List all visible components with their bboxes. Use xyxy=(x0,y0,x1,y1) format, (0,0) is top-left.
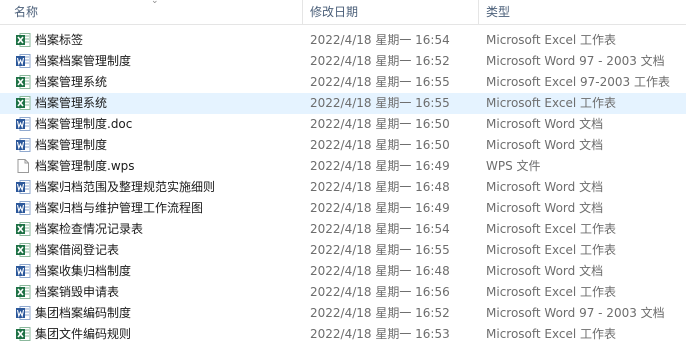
file-type: Microsoft Excel 97-2003 工作表 xyxy=(486,75,670,89)
file-type: Microsoft Excel 工作表 xyxy=(486,96,617,110)
file-row[interactable]: 档案管理系统 2022/4/18 星期一 16:55 Microsoft Excel… xyxy=(0,93,686,114)
file-row[interactable]: 档案检查情况记录表 2022/4/18 星期一 16:54 Microsoft Ex… xyxy=(0,219,686,240)
file-type: Microsoft Word 97 - 2003 文档 xyxy=(486,306,665,320)
file-type: WPS 文件 xyxy=(486,159,541,173)
file-row[interactable]: 集团文件编码规则 2022/4/18 星期一 16:53 Microsoft Exc… xyxy=(0,324,686,345)
column-header-name[interactable]: 名称 xyxy=(14,0,38,24)
file-row[interactable]: 档案收集归档制度 2022/4/18 星期一 16:48 Microsoft Wor… xyxy=(0,261,686,282)
column-header-type[interactable]: 类型 xyxy=(486,0,510,24)
file-name: 档案借阅登记表 xyxy=(35,243,120,257)
file-type: Microsoft Word 文档 xyxy=(486,117,604,131)
file-modified-date: 2022/4/18 星期一 16:52 xyxy=(310,54,450,68)
word-doc-icon xyxy=(15,200,31,216)
file-modified-date: 2022/4/18 星期一 16:48 xyxy=(310,264,450,278)
column-header-bar: ⌄ 名称 修改日期 类型 xyxy=(0,0,686,25)
word-doc-icon xyxy=(15,116,31,132)
file-modified-date: 2022/4/18 星期一 16:50 xyxy=(310,117,450,131)
file-type: Microsoft Excel 工作表 xyxy=(486,327,617,341)
file-modified-date: 2022/4/18 星期一 16:50 xyxy=(310,138,450,152)
file-row[interactable]: 档案管理制度.wps 2022/4/18 星期一 16:49 WPS 文件 xyxy=(0,156,686,177)
file-type: Microsoft Word 文档 xyxy=(486,180,604,194)
word-doc-icon xyxy=(15,305,31,321)
file-modified-date: 2022/4/18 星期一 16:54 xyxy=(310,33,450,47)
file-name: 档案检查情况记录表 xyxy=(35,222,144,236)
file-type: Microsoft Excel 工作表 xyxy=(486,33,617,47)
file-type: Microsoft Excel 工作表 xyxy=(486,222,617,236)
file-type: Microsoft Word 97 - 2003 文档 xyxy=(486,54,665,68)
file-name: 档案管理系统 xyxy=(35,75,108,89)
file-name: 档案管理制度.wps xyxy=(35,159,135,173)
file-name: 档案管理制度.doc xyxy=(35,117,133,131)
excel-icon xyxy=(15,221,31,237)
blank-file-icon xyxy=(15,158,31,174)
excel-icon xyxy=(15,95,31,111)
column-divider[interactable] xyxy=(478,0,479,24)
excel-icon xyxy=(15,74,31,90)
column-header-modified[interactable]: 修改日期 xyxy=(310,0,358,24)
excel-icon xyxy=(15,242,31,258)
word-doc-icon xyxy=(15,179,31,195)
sort-caret-icon: ⌄ xyxy=(151,0,159,6)
file-type: Microsoft Word 文档 xyxy=(486,138,604,152)
file-name: 档案标签 xyxy=(35,33,84,47)
file-row[interactable]: 档案管理制度 2022/4/18 星期一 16:50 Microsoft Word … xyxy=(0,135,686,156)
file-row[interactable]: 档案归档范围及整理规范实施细则 2022/4/18 星期一 16:48 Micros… xyxy=(0,177,686,198)
file-modified-date: 2022/4/18 星期一 16:55 xyxy=(310,243,450,257)
file-list: 档案标签 2022/4/18 星期一 16:54 Microsoft Excel 工… xyxy=(0,30,686,345)
column-divider[interactable] xyxy=(302,0,303,24)
file-name: 档案收集归档制度 xyxy=(35,264,132,278)
file-type: Microsoft Word 文档 xyxy=(486,264,604,278)
file-modified-date: 2022/4/18 星期一 16:53 xyxy=(310,327,450,341)
file-type: Microsoft Excel 工作表 xyxy=(486,243,617,257)
file-name: 档案档案管理制度 xyxy=(35,54,132,68)
file-name: 集团档案编码制度 xyxy=(35,306,132,320)
file-row[interactable]: 档案管理制度.doc 2022/4/18 星期一 16:50 Microsoft W… xyxy=(0,114,686,135)
file-name: 档案管理制度 xyxy=(35,138,108,152)
file-row[interactable]: 档案管理系统 2022/4/18 星期一 16:55 Microsoft Excel… xyxy=(0,72,686,93)
file-modified-date: 2022/4/18 星期一 16:52 xyxy=(310,306,450,320)
file-type: Microsoft Excel 工作表 xyxy=(486,285,617,299)
file-modified-date: 2022/4/18 星期一 16:49 xyxy=(310,201,450,215)
word-doc-icon xyxy=(15,263,31,279)
file-name: 档案归档与维护管理工作流程图 xyxy=(35,201,204,215)
file-type: Microsoft Word 文档 xyxy=(486,201,604,215)
file-row[interactable]: 档案标签 2022/4/18 星期一 16:54 Microsoft Excel 工… xyxy=(0,30,686,51)
file-name: 档案销毁申请表 xyxy=(35,285,120,299)
file-modified-date: 2022/4/18 星期一 16:49 xyxy=(310,159,450,173)
excel-icon xyxy=(15,284,31,300)
file-modified-date: 2022/4/18 星期一 16:56 xyxy=(310,285,450,299)
file-row[interactable]: 档案借阅登记表 2022/4/18 星期一 16:55 Microsoft Exce… xyxy=(0,240,686,261)
file-modified-date: 2022/4/18 星期一 16:55 xyxy=(310,75,450,89)
excel-icon xyxy=(15,32,31,48)
word-doc-icon xyxy=(15,53,31,69)
file-explorer: ⌄ 名称 修改日期 类型 档案标签 2022/4/18 星期一 16:54 Micr… xyxy=(0,0,686,354)
file-modified-date: 2022/4/18 星期一 16:48 xyxy=(310,180,450,194)
file-name: 档案归档范围及整理规范实施细则 xyxy=(35,180,216,194)
file-modified-date: 2022/4/18 星期一 16:54 xyxy=(310,222,450,236)
file-row[interactable]: 档案归档与维护管理工作流程图 2022/4/18 星期一 16:49 Microso… xyxy=(0,198,686,219)
file-row[interactable]: 档案档案管理制度 2022/4/18 星期一 16:52 Microsoft Wor… xyxy=(0,51,686,72)
file-row[interactable]: 集团档案编码制度 2022/4/18 星期一 16:52 Microsoft Wor… xyxy=(0,303,686,324)
file-modified-date: 2022/4/18 星期一 16:55 xyxy=(310,96,450,110)
word-doc-icon xyxy=(15,137,31,153)
file-name: 集团文件编码规则 xyxy=(35,327,132,341)
excel-icon xyxy=(15,326,31,342)
file-name: 档案管理系统 xyxy=(35,96,108,110)
file-row[interactable]: 档案销毁申请表 2022/4/18 星期一 16:56 Microsoft Exce… xyxy=(0,282,686,303)
